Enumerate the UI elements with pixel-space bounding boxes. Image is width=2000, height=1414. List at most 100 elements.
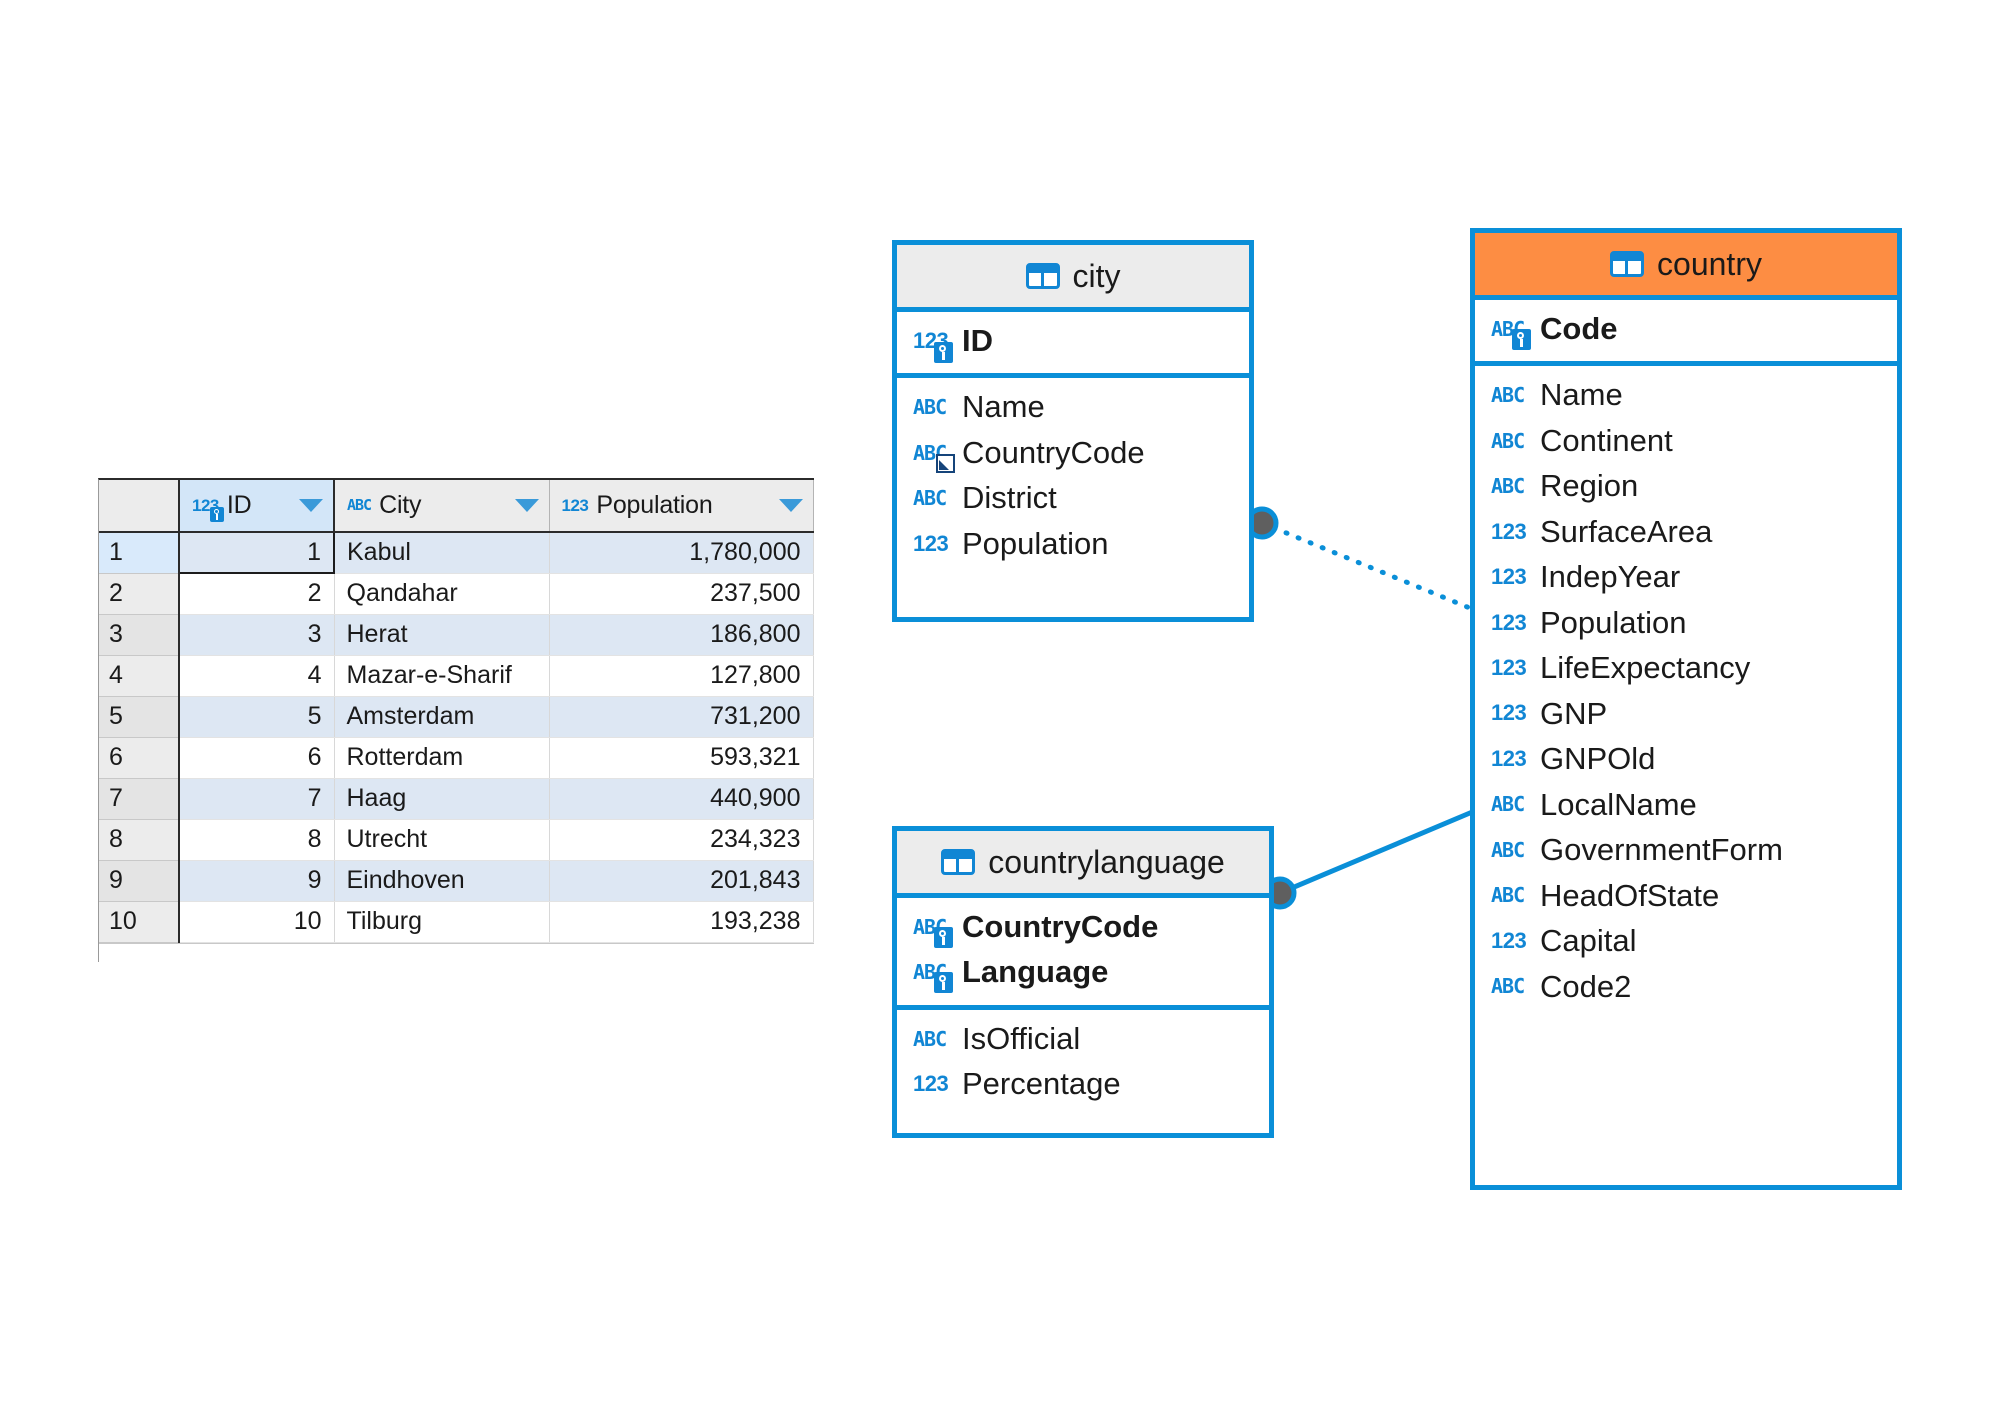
cell-city[interactable]: Eindhoven (334, 860, 550, 902)
cell-id[interactable]: 6 (179, 737, 335, 779)
er-field-percentage[interactable]: 123 Percentage (897, 1061, 1269, 1106)
er-table-title-city[interactable]: city (897, 245, 1249, 307)
er-field-region[interactable]: ABC Region (1475, 463, 1897, 508)
cell-id[interactable]: 7 (179, 778, 335, 820)
sort-caret-icon[interactable] (514, 499, 539, 512)
er-field-label: Region (1540, 468, 1639, 504)
sort-caret-icon[interactable] (778, 499, 803, 512)
cell-population[interactable]: 234,323 (549, 819, 814, 861)
er-field-district[interactable]: ABC District (897, 475, 1249, 520)
row-number-cell[interactable]: 1 (99, 532, 180, 574)
table-row[interactable]: 4 4 Mazar-e-Sharif 127,800 (99, 655, 814, 697)
er-field-gnpold[interactable]: 123 GNPOld (1475, 736, 1897, 781)
cell-city[interactable]: Herat (334, 614, 550, 656)
er-field-label: IsOfficial (962, 1020, 1081, 1056)
cell-population[interactable]: 237,500 (549, 573, 814, 615)
cell-population[interactable]: 127,800 (549, 655, 814, 697)
er-table-title-country[interactable]: country (1475, 233, 1897, 295)
er-field-localname[interactable]: ABC LocalName (1475, 782, 1897, 827)
er-table-country[interactable]: country ABC Code ABC Name ABC Continent ABC Regi… (1470, 228, 1902, 1190)
er-field-label: ID (962, 323, 993, 358)
er-field-id[interactable]: 123 ID (897, 318, 1249, 363)
column-header-id[interactable]: 123 ID (178, 480, 335, 533)
er-field-continent[interactable]: ABC Continent (1475, 418, 1897, 463)
er-field-code2[interactable]: ABC Code2 (1475, 964, 1897, 1009)
row-number-cell[interactable]: 5 (99, 696, 180, 738)
primary-key-badge-icon (1512, 328, 1531, 350)
cell-city[interactable]: Kabul (334, 532, 550, 574)
er-field-language[interactable]: ABC Language (897, 949, 1269, 994)
er-table-name: countrylanguage (988, 843, 1225, 880)
er-field-code[interactable]: ABC Code (1475, 306, 1897, 351)
sort-caret-icon[interactable] (299, 499, 323, 512)
cell-city[interactable]: Haag (334, 778, 550, 820)
er-field-lifeexpectancy[interactable]: 123 LifeExpectancy (1475, 645, 1897, 690)
er-field-name[interactable]: ABC Name (1475, 372, 1897, 417)
cell-id[interactable]: 8 (179, 819, 335, 861)
cell-population[interactable]: 186,800 (549, 614, 814, 656)
er-field-countrycode[interactable]: ABC CountryCode (897, 430, 1249, 475)
cell-id[interactable]: 5 (179, 696, 335, 738)
active-cell-id[interactable]: 1 (178, 531, 335, 574)
er-field-isofficial[interactable]: ABC IsOfficial (897, 1016, 1269, 1061)
er-field-capital[interactable]: 123 Capital (1475, 918, 1897, 963)
row-number-cell[interactable]: 10 (99, 901, 180, 943)
cell-population[interactable]: 440,900 (549, 778, 814, 820)
cell-id[interactable]: 9 (179, 860, 335, 902)
cell-id[interactable]: 2 (179, 573, 335, 615)
cell-city[interactable]: Tilburg (334, 901, 550, 943)
er-field-label: HeadOfState (1540, 877, 1720, 913)
table-row[interactable]: 5 5 Amsterdam 731,200 (99, 696, 814, 738)
cell-population[interactable]: 193,238 (549, 901, 814, 943)
grid-corner-header[interactable] (99, 480, 180, 533)
cell-population[interactable]: 1,780,000 (549, 532, 814, 574)
table-icon (941, 849, 976, 875)
table-row[interactable]: 8 8 Utrecht 234,323 (99, 819, 814, 861)
er-table-title-countrylanguage[interactable]: countrylanguage (897, 831, 1269, 893)
text-icon: ABC (1491, 428, 1525, 453)
row-number-cell[interactable]: 3 (99, 614, 180, 656)
table-row[interactable]: 10 10 Tilburg 193,238 (99, 901, 814, 943)
row-number-cell[interactable]: 9 (99, 860, 180, 902)
table-row[interactable]: 9 9 Eindhoven 201,843 (99, 860, 814, 902)
column-header-population[interactable]: 123 Population (549, 480, 814, 533)
er-field-population[interactable]: 123 Population (897, 521, 1249, 566)
cell-city[interactable]: Utrecht (334, 819, 550, 861)
cell-population[interactable]: 731,200 (549, 696, 814, 738)
number-icon: 123 (1491, 655, 1527, 681)
table-row[interactable]: 1 1 Kabul 1,780,000 (99, 531, 814, 574)
cell-id[interactable]: 3 (179, 614, 335, 656)
er-table-city[interactable]: city 123 ID ABC Name ABC CountryCode ABC Distric… (892, 240, 1254, 622)
table-row[interactable]: 6 6 Rotterdam 593,321 (99, 737, 814, 779)
cell-population[interactable]: 593,321 (549, 737, 814, 779)
cell-id[interactable]: 4 (179, 655, 335, 697)
table-row[interactable]: 7 7 Haag 440,900 (99, 778, 814, 820)
cell-city[interactable]: Mazar-e-Sharif (334, 655, 550, 697)
er-field-name[interactable]: ABC Name (897, 384, 1249, 429)
er-field-label: Continent (1540, 422, 1673, 458)
number-icon: 123 (913, 1071, 949, 1097)
er-field-indepyear[interactable]: 123 IndepYear (1475, 554, 1897, 599)
er-field-surfacearea[interactable]: 123 SurfaceArea (1475, 509, 1897, 554)
er-field-gnp[interactable]: 123 GNP (1475, 691, 1897, 736)
er-table-countrylanguage[interactable]: countrylanguage ABC CountryCode ABC Language… (892, 826, 1274, 1138)
cell-city[interactable]: Rotterdam (334, 737, 550, 779)
table-row[interactable]: 2 2 Qandahar 237,500 (99, 573, 814, 615)
er-field-governmentform[interactable]: ABC GovernmentForm (1475, 827, 1897, 872)
cell-city[interactable]: Qandahar (334, 573, 550, 615)
column-header-city[interactable]: ABC City (334, 480, 550, 533)
er-field-population[interactable]: 123 Population (1475, 600, 1897, 645)
result-grid[interactable]: 123 ID ABC City 123 Population 1 1 Kabul… (98, 478, 814, 962)
number-icon: 123 (1491, 564, 1527, 590)
cell-id[interactable]: 10 (179, 901, 335, 943)
row-number-cell[interactable]: 8 (99, 819, 180, 861)
er-field-countrycode[interactable]: ABC CountryCode (897, 904, 1269, 949)
er-field-headofstate[interactable]: ABC HeadOfState (1475, 873, 1897, 918)
table-row[interactable]: 3 3 Herat 186,800 (99, 614, 814, 656)
cell-city[interactable]: Amsterdam (334, 696, 550, 738)
cell-population[interactable]: 201,843 (549, 860, 814, 902)
row-number-cell[interactable]: 7 (99, 778, 180, 820)
row-number-cell[interactable]: 2 (99, 573, 180, 615)
row-number-cell[interactable]: 6 (99, 737, 180, 779)
row-number-cell[interactable]: 4 (99, 655, 180, 697)
